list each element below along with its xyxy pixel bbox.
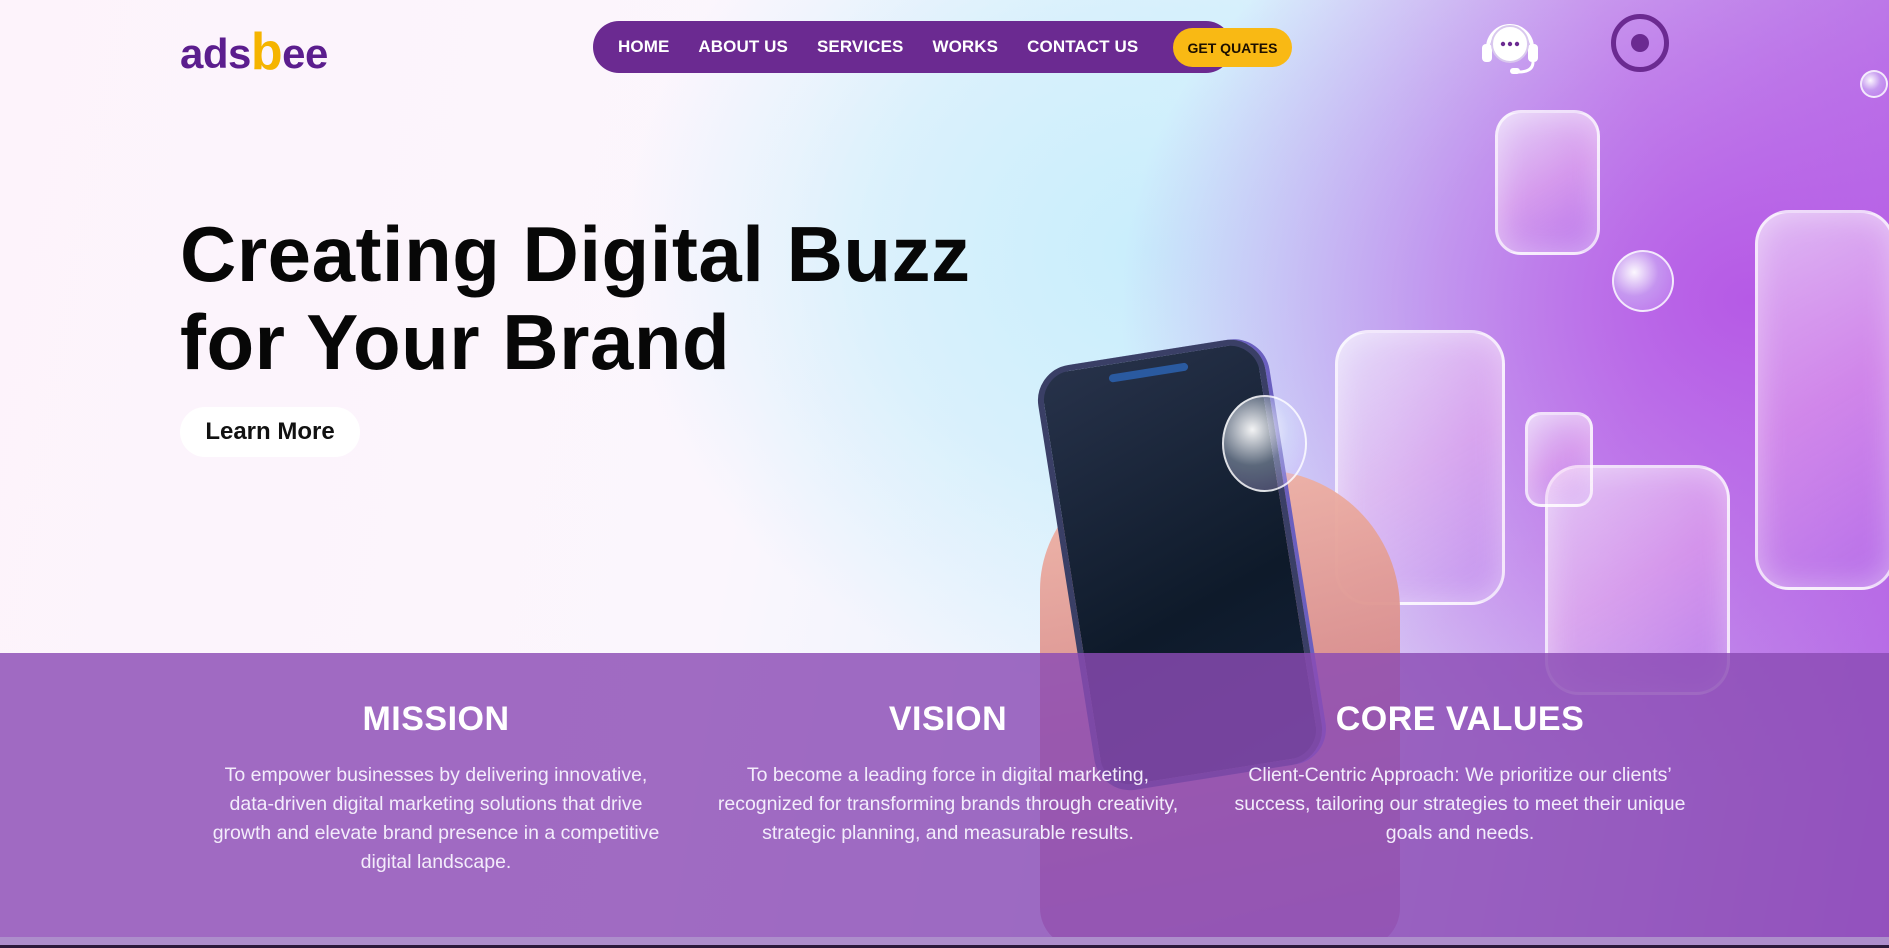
bubble-decoration <box>1860 70 1888 98</box>
logo-text: ee <box>282 30 328 77</box>
nav-services[interactable]: SERVICES <box>817 37 903 57</box>
support-headset-icon[interactable] <box>1478 14 1542 76</box>
hero-title-line-2: for Your Brand <box>180 298 731 386</box>
nav-works[interactable]: WORKS <box>932 37 998 57</box>
nav-about-us[interactable]: ABOUT US <box>698 37 788 57</box>
logo-text: ads <box>180 30 251 77</box>
target-dot <box>1631 34 1649 52</box>
target-icon[interactable] <box>1611 14 1669 72</box>
glass-card-decoration <box>1755 210 1889 590</box>
hero-title: Creating Digital Buzz for Your Brand <box>180 210 1080 386</box>
hero-title-line-1: Creating Digital Buzz <box>180 210 971 298</box>
mission-heading: MISSION <box>362 700 510 738</box>
glass-card-decoration <box>1495 110 1600 255</box>
nav-contact-us[interactable]: CONTACT US <box>1027 37 1138 57</box>
vision-text: To become a leading force in digital mar… <box>717 764 1179 844</box>
vision-heading: VISION <box>888 700 1008 738</box>
mission-column: MISSION To empower businesses by deliver… <box>201 700 671 877</box>
adsbee-logo[interactable]: ads b ee <box>180 18 328 78</box>
logo-b: b <box>250 23 283 81</box>
mission-text: To empower businesses by delivering inno… <box>212 764 660 873</box>
core-values-heading: CORE VALUES <box>1335 700 1585 738</box>
core-values-text: Client-Centric Approach: We prioritize o… <box>1234 764 1686 844</box>
learn-more-button[interactable]: Learn More <box>180 407 360 457</box>
phone-notch <box>1108 362 1189 383</box>
bubble-decoration <box>1612 250 1674 312</box>
bubble-decoration <box>1222 395 1307 492</box>
main-nav: HOME ABOUT US SERVICES WORKS CONTACT US <box>593 21 1232 73</box>
nav-home[interactable]: HOME <box>618 37 669 57</box>
vision-column: VISION To become a leading force in digi… <box>713 700 1183 848</box>
get-quotes-button[interactable]: GET QUATES <box>1173 28 1292 67</box>
core-values-column: CORE VALUES Client-Centric Approach: We … <box>1225 700 1695 848</box>
glass-card-decoration <box>1525 412 1593 507</box>
